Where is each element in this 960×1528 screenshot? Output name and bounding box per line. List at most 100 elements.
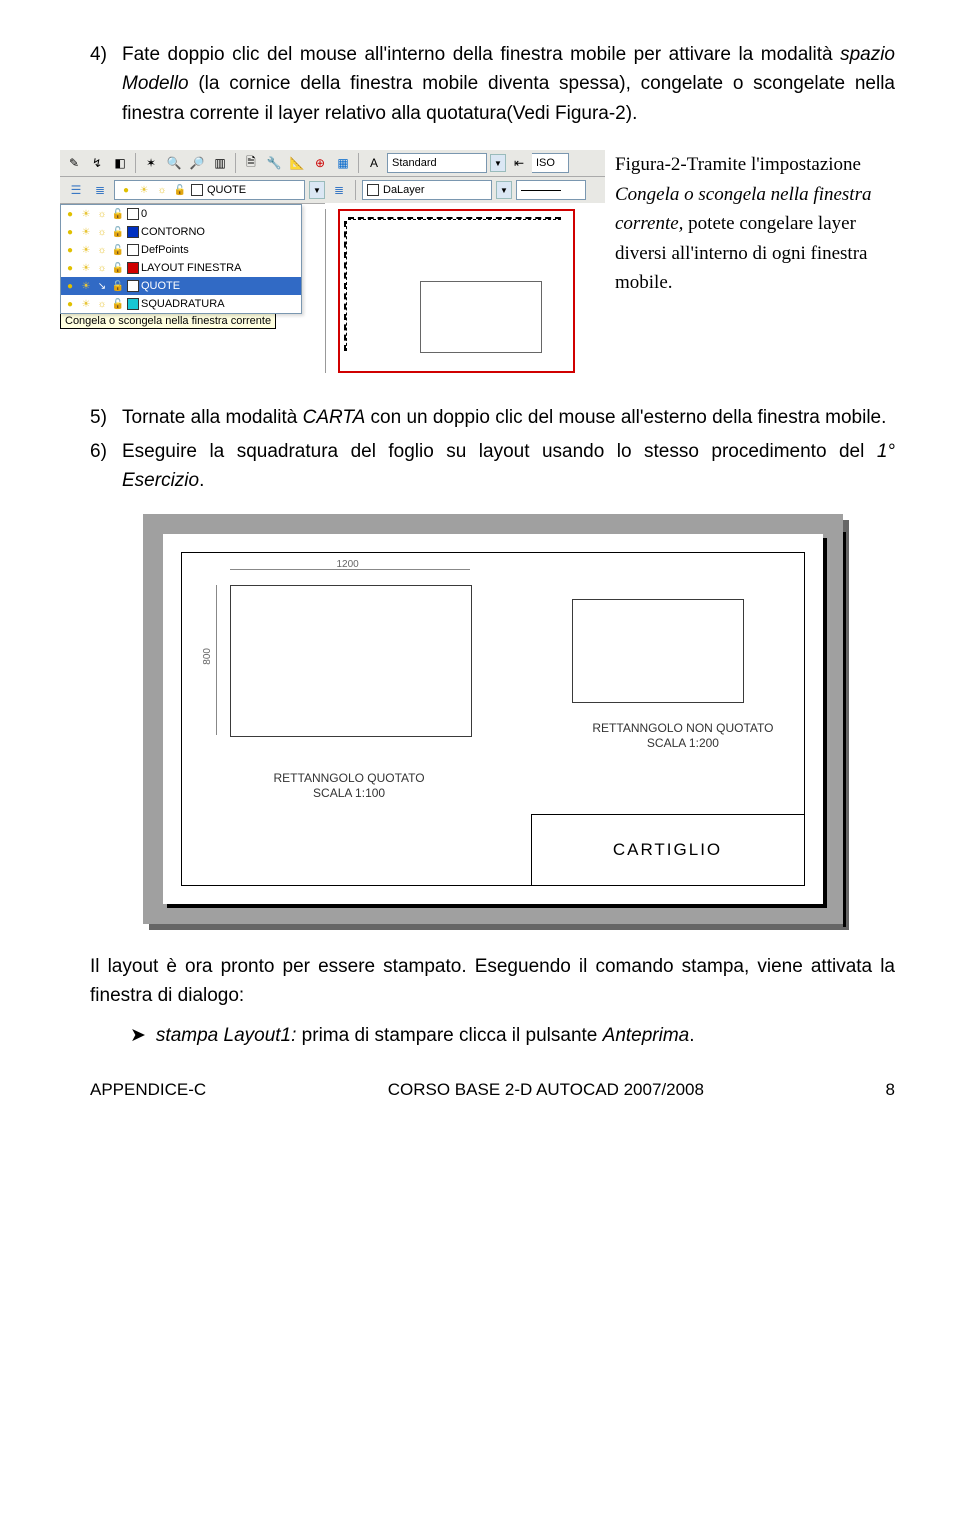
bulb-icon[interactable]: ● (63, 279, 77, 293)
label-line2: SCALA 1:100 (313, 786, 385, 800)
combo-value: DaLayer (383, 184, 425, 196)
sun-icon[interactable]: ☀ (79, 225, 93, 239)
dimension-icon[interactable]: ⇤ (509, 153, 529, 173)
sun-icon: ☀ (137, 183, 151, 197)
bulb-icon[interactable]: ● (63, 243, 77, 257)
divider (235, 153, 236, 173)
lock-icon[interactable]: 🔓 (111, 279, 125, 293)
dim-value: 1200 (337, 559, 359, 570)
sun-icon[interactable]: ☀ (79, 243, 93, 257)
term-anteprima: Anteprima (603, 1025, 690, 1046)
tool-icon[interactable]: 🔧 (264, 153, 284, 173)
layers-icon[interactable]: ≣ (329, 180, 349, 200)
bullet-text: stampa Layout1: prima di stampare clicca… (156, 1021, 695, 1050)
bullet-marker: ➤ (130, 1021, 146, 1050)
tool-icon[interactable]: 🗎 (241, 153, 261, 173)
sun-icon[interactable]: ☀ (79, 297, 93, 311)
text: . (689, 1025, 694, 1046)
tool-icon[interactable]: ✎ (64, 153, 84, 173)
step-4: 4) Fate doppio clic del mouse all'intern… (90, 40, 895, 128)
layer-name: LAYOUT FINESTRA (141, 262, 241, 274)
layer-row[interactable]: ●☀☼🔓 0 (61, 205, 301, 223)
sun-icon[interactable]: ☀ (79, 261, 93, 275)
layer-combo-header[interactable]: ● ☀ ☼ 🔓 QUOTE (114, 180, 305, 200)
label-line2: SCALA 1:200 (647, 736, 719, 750)
sun-icon[interactable]: ☼ (95, 207, 109, 221)
divider (135, 153, 136, 173)
lock-icon[interactable]: 🔓 (111, 243, 125, 257)
sun-icon[interactable]: ☀ (79, 279, 93, 293)
sun-icon[interactable]: ☼ (95, 261, 109, 275)
layer-name: CONTORNO (141, 226, 205, 238)
sun-icon[interactable]: ☀ (79, 207, 93, 221)
text: . (199, 470, 204, 491)
footer-center: CORSO BASE 2-D AUTOCAD 2007/2008 (388, 1080, 704, 1100)
lock-icon[interactable]: 🔓 (111, 207, 125, 221)
closing-paragraph: Il layout è ora pronto per essere stampa… (90, 952, 895, 1011)
caption-text: Figura-2-Tramite l'impostazione (615, 154, 861, 175)
zoom-in-icon[interactable]: 🔍 (164, 153, 184, 173)
cartiglio-box: CARTIGLIO (531, 814, 804, 885)
tool-icon[interactable]: ✶ (141, 153, 161, 173)
step-number: 6) (90, 437, 122, 496)
layer-name: QUOTE (141, 280, 180, 292)
color-swatch (191, 184, 203, 196)
viewport-frame (338, 209, 575, 373)
lock-icon[interactable]: 🔓 (111, 261, 125, 275)
bulb-icon[interactable]: ● (63, 261, 77, 275)
annotation-icon[interactable]: A (364, 153, 384, 173)
chevron-down-icon[interactable]: ▼ (490, 154, 506, 172)
layer-name: 0 (141, 208, 147, 220)
layer-dropdown[interactable]: ●☀☼🔓 0 ●☀☼🔓 CONTORNO ●☀☼🔓 DefPoints (60, 204, 302, 314)
color-linetype-area: ≣ DaLayer ▼ (325, 177, 605, 203)
chevron-down-icon[interactable]: ▼ (496, 181, 512, 199)
zoom-out-icon[interactable]: 🔎 (187, 153, 207, 173)
footer-page-number: 8 (886, 1080, 895, 1100)
tool-icon[interactable]: ▥ (210, 153, 230, 173)
tool-icon[interactable]: ⊕ (310, 153, 330, 173)
sun-icon[interactable]: ☼ (95, 225, 109, 239)
tool-icon[interactable]: ↯ (87, 153, 107, 173)
figure-1-screenshot: ✎ ↯ ◧ ✶ 🔍 🔎 ▥ 🗎 🔧 📐 ⊕ ▦ A Standard ▼ (60, 150, 605, 373)
bulb-icon[interactable]: ● (63, 225, 77, 239)
page-footer: APPENDICE-C CORSO BASE 2-D AUTOCAD 2007/… (90, 1080, 895, 1100)
tool-icon[interactable]: 📐 (287, 153, 307, 173)
lock-icon[interactable]: 🔓 (111, 297, 125, 311)
tool-icon[interactable]: ▦ (333, 153, 353, 173)
color-swatch (127, 208, 139, 220)
sun-icon[interactable]: ☼ (95, 243, 109, 257)
step-number: 4) (90, 40, 122, 128)
color-swatch (127, 244, 139, 256)
chevron-down-icon[interactable]: ▼ (309, 181, 325, 199)
bulb-icon: ● (119, 183, 133, 197)
term-carta: CARTA (303, 407, 366, 428)
dim-style-combo[interactable]: ISO (532, 153, 569, 173)
layer-row[interactable]: ●☀☼🔓 CONTORNO (61, 223, 301, 241)
color-swatch (127, 262, 139, 274)
step-5: 5) Tornate alla modalità CARTA con un do… (90, 403, 895, 432)
layer-row-selected[interactable]: ●☀↘🔓 QUOTE (61, 277, 301, 295)
tool-icon[interactable]: ◧ (110, 153, 130, 173)
step-number: 5) (90, 403, 122, 432)
layer-row[interactable]: ●☀☼🔓 SQUADRATURA (61, 295, 301, 313)
text: prima di stampare clicca il pulsante (296, 1025, 602, 1046)
figure-1-row: ✎ ↯ ◧ ✶ 🔍 🔎 ▥ 🗎 🔧 📐 ⊕ ▦ A Standard ▼ (90, 150, 895, 373)
bulb-icon[interactable]: ● (63, 297, 77, 311)
dim-line (344, 221, 347, 351)
lock-icon[interactable]: 🔓 (111, 225, 125, 239)
layer-row[interactable]: ●☀☼🔓 DefPoints (61, 241, 301, 259)
sun-icon[interactable]: ☼ (95, 297, 109, 311)
color-combo[interactable]: DaLayer (362, 180, 492, 200)
bulb-icon[interactable]: ● (63, 207, 77, 221)
color-swatch (127, 280, 139, 292)
linetype-combo[interactable] (516, 180, 586, 200)
layers-icon[interactable]: ☰ (66, 180, 86, 200)
label-line1: RETTANNGOLO NON QUOTATO (592, 721, 773, 735)
term-stampa-layout: stampa Layout1: (156, 1025, 296, 1046)
rect-quotato (230, 585, 472, 737)
text-style-combo[interactable]: Standard (387, 153, 487, 173)
freeze-viewport-icon[interactable]: ↘ (95, 279, 109, 293)
layers-stack-icon[interactable]: ≣ (90, 180, 110, 200)
page: 4) Fate doppio clic del mouse all'intern… (0, 0, 960, 1120)
layer-row[interactable]: ●☀☼🔓 LAYOUT FINESTRA (61, 259, 301, 277)
